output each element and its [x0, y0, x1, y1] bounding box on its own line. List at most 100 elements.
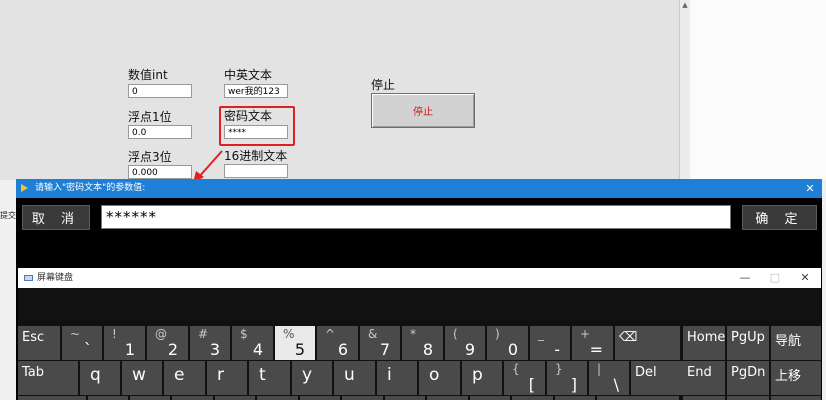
key-PgDn[interactable]: PgDn	[727, 361, 769, 395]
key-row3-partial[interactable]	[427, 396, 468, 400]
key-row3-partial[interactable]	[555, 396, 595, 400]
key-main-label: 7	[379, 340, 390, 359]
key-o[interactable]: o	[419, 361, 460, 395]
key-p[interactable]: p	[462, 361, 502, 395]
key-i[interactable]: i	[377, 361, 417, 395]
key-shift-label: (	[453, 327, 458, 341]
key-w[interactable]: w	[122, 361, 162, 395]
key-main-label: t	[259, 365, 266, 385]
key-End[interactable]: End	[683, 361, 725, 395]
key-5[interactable]: % 5	[275, 326, 315, 360]
key-row3-partial[interactable]	[18, 396, 86, 400]
key-row3-partial[interactable]	[683, 396, 725, 400]
key-shift-label: |	[597, 362, 602, 376]
key-y[interactable]: y	[292, 361, 332, 395]
dialog-app-icon	[21, 184, 28, 192]
key-main-label: Tab	[22, 365, 45, 380]
osk-titlebar: 屏幕键盘 — □ ✕	[18, 268, 821, 288]
key-shift-label: &	[368, 327, 378, 341]
backspace-icon: ⌫	[619, 330, 638, 345]
float3-field[interactable]: 0.000	[128, 165, 192, 179]
key-1[interactable]: ! 1	[104, 326, 145, 360]
stop-button-label: 停止	[413, 107, 433, 118]
key-k1-14[interactable]: ⌫	[615, 326, 680, 360]
key-7[interactable]: & 7	[360, 326, 400, 360]
key-row3-partial[interactable]	[342, 396, 383, 400]
key-k1-13[interactable]: + =	[572, 326, 613, 360]
key-k2-17[interactable]: 上移	[771, 361, 821, 395]
key-row3-partial[interactable]	[771, 396, 821, 400]
key-k1-1[interactable]: ~ `	[62, 326, 102, 360]
dialog-close-icon[interactable]: ✕	[800, 179, 820, 198]
key-main-label: o	[429, 365, 440, 385]
scroll-up-arrow-icon[interactable]: ▲	[680, 0, 690, 10]
key-e[interactable]: e	[164, 361, 205, 395]
key-Tab[interactable]: Tab	[18, 361, 78, 395]
key-shift-label: *	[410, 327, 416, 341]
key-k2-12[interactable]: }]	[547, 361, 587, 395]
float3-label: 浮点3位	[128, 150, 172, 164]
key-q[interactable]: q	[80, 361, 120, 395]
key-main-label: PgDn	[731, 365, 766, 380]
key-main-label: 2	[167, 340, 178, 359]
key-row3-partial[interactable]	[300, 396, 340, 400]
key-row3-partial[interactable]	[597, 396, 679, 400]
cancel-button[interactable]: 取 消	[22, 205, 90, 230]
key-k2-11[interactable]: {[	[504, 361, 545, 395]
osk-close-icon[interactable]: ✕	[795, 268, 815, 288]
key-main-label: 上移	[775, 369, 802, 384]
osk-title: 屏幕键盘	[37, 273, 74, 283]
key-main-label: 9	[464, 340, 475, 359]
int-field[interactable]: 0	[128, 84, 192, 98]
key-main-label: =	[589, 340, 603, 359]
key-row3-partial[interactable]	[385, 396, 425, 400]
key-u[interactable]: u	[334, 361, 375, 395]
key-row3-partial[interactable]	[130, 396, 170, 400]
key-main-label: Esc	[22, 330, 45, 345]
dialog-title: 请输入"密码文本"的参数值:	[35, 183, 146, 193]
key-8[interactable]: * 8	[402, 326, 443, 360]
key-shift-label: {	[512, 362, 520, 376]
key-main-label: r	[217, 365, 224, 385]
maximize-icon[interactable]: □	[765, 268, 785, 288]
key-0[interactable]: ) 0	[487, 326, 528, 360]
key-k1-12[interactable]: _ -	[530, 326, 570, 360]
key-6[interactable]: ^ 6	[317, 326, 358, 360]
key-shift-label: +	[580, 327, 591, 341]
ok-button[interactable]: 确 定	[742, 205, 817, 230]
key-row3-partial[interactable]	[727, 396, 769, 400]
stop-button[interactable]: 停止	[371, 93, 475, 128]
key-main-label: Del	[635, 365, 657, 380]
key-9[interactable]: (9	[445, 326, 485, 360]
key-Del[interactable]: Del	[631, 361, 683, 395]
key-shift-label: !	[112, 327, 117, 341]
key-main-label: 0	[507, 340, 518, 359]
key-3[interactable]: #3	[190, 326, 230, 360]
key-k2-13[interactable]: | \	[589, 361, 629, 395]
hex-text-field[interactable]	[224, 164, 288, 178]
float1-field[interactable]: 0.0	[128, 125, 192, 139]
key-main-label: 6	[337, 340, 348, 359]
key-4[interactable]: $4	[232, 326, 273, 360]
key-k1-17[interactable]: 导航	[771, 326, 821, 360]
right-blank-area	[690, 0, 826, 180]
hex-text-label: 16进制文本	[224, 149, 288, 163]
key-Esc[interactable]: Esc	[18, 326, 60, 360]
key-row3-partial[interactable]	[88, 396, 128, 400]
key-row3-partial[interactable]	[215, 396, 255, 400]
key-PgUp[interactable]: PgUp	[727, 326, 769, 360]
key-t[interactable]: t	[249, 361, 290, 395]
key-main-label: PgUp	[731, 330, 765, 345]
key-2[interactable]: @2	[147, 326, 188, 360]
key-Home[interactable]: Home	[683, 326, 725, 360]
key-row3-partial[interactable]	[470, 396, 510, 400]
password-input[interactable]: ******	[101, 205, 731, 229]
stop-label: 停止	[371, 78, 396, 92]
zh-en-text-field[interactable]: wer我的123	[224, 84, 288, 98]
minimize-icon[interactable]: —	[735, 268, 755, 288]
key-r[interactable]: r	[207, 361, 247, 395]
key-shift-label: @	[155, 327, 167, 341]
key-row3-partial[interactable]	[257, 396, 298, 400]
key-row3-partial[interactable]	[172, 396, 213, 400]
key-row3-partial[interactable]	[512, 396, 553, 400]
